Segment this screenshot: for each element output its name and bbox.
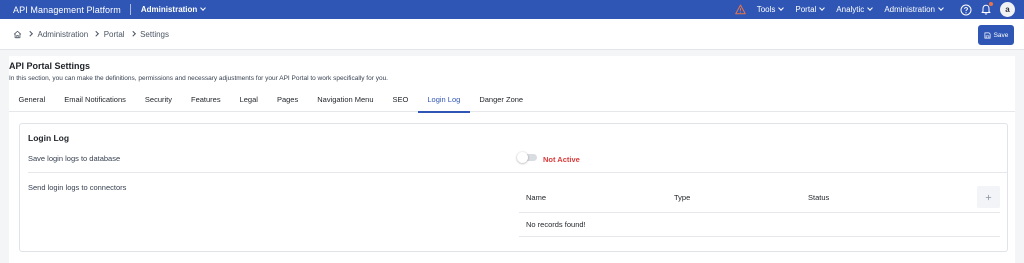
warning-icon[interactable] bbox=[734, 4, 746, 15]
breadcrumb-separator bbox=[27, 31, 33, 37]
breadcrumb: Administration Portal Settings bbox=[0, 30, 169, 39]
module-switcher-label: Administration bbox=[140, 5, 198, 14]
notification-badge bbox=[989, 1, 993, 6]
page-description: In this section, you can make the defini… bbox=[9, 75, 388, 82]
login-log-card: Login Log Save login logs to database No… bbox=[19, 123, 1008, 252]
tab-features[interactable]: Features bbox=[181, 87, 230, 112]
save-logs-status: Not Active bbox=[543, 155, 580, 164]
menu-tools[interactable]: Tools bbox=[756, 5, 785, 14]
module-switcher[interactable]: Administration bbox=[140, 5, 207, 14]
tab-legal[interactable]: Legal bbox=[230, 87, 267, 112]
breadcrumb-item-portal[interactable]: Portal bbox=[104, 30, 125, 39]
avatar[interactable]: a bbox=[1000, 2, 1015, 17]
menu-administration-label: Administration bbox=[884, 5, 935, 14]
app-title[interactable]: API Management Platform bbox=[0, 5, 121, 15]
table-header: Name Type Status bbox=[519, 182, 1000, 213]
settings-tabs: General Email Notifications Security Fea… bbox=[9, 87, 1015, 113]
tab-login-log[interactable]: Login Log bbox=[417, 87, 470, 113]
empty-message: No records found! bbox=[526, 220, 586, 229]
save-icon bbox=[984, 32, 991, 38]
menu-tools-label: Tools bbox=[756, 5, 776, 14]
tab-security[interactable]: Security bbox=[135, 87, 181, 112]
tab-navigation-menu[interactable]: Navigation Menu bbox=[308, 87, 383, 112]
column-header-status[interactable]: Status bbox=[808, 193, 829, 202]
tab-danger-zone[interactable]: Danger Zone bbox=[470, 87, 533, 112]
chevron-down-icon bbox=[938, 5, 944, 11]
breadcrumb-separator bbox=[93, 31, 99, 37]
connectors-label: Send login logs to connectors bbox=[28, 183, 127, 192]
chevron-down-icon bbox=[819, 5, 826, 11]
plus-icon bbox=[985, 194, 992, 200]
toggle-knob bbox=[517, 152, 528, 163]
login-log-title: Login Log bbox=[28, 133, 70, 143]
tab-email-notifications[interactable]: Email Notifications bbox=[55, 87, 136, 112]
page-title: API Portal Settings bbox=[9, 61, 91, 71]
save-button[interactable]: Save bbox=[978, 25, 1014, 45]
divider bbox=[28, 172, 1007, 173]
notifications-button[interactable] bbox=[980, 1, 993, 17]
chevron-down-icon bbox=[200, 5, 207, 11]
breadcrumb-item-settings: Settings bbox=[140, 29, 169, 39]
help-icon[interactable] bbox=[960, 4, 972, 16]
table-empty-row: No records found! bbox=[519, 213, 1000, 237]
save-logs-label: Save login logs to database bbox=[28, 154, 121, 163]
top-navigation-bar: API Management Platform Administration T… bbox=[0, 0, 1024, 19]
save-logs-toggle[interactable] bbox=[517, 152, 540, 163]
tab-pages[interactable]: Pages bbox=[267, 87, 307, 112]
breadcrumb-separator bbox=[129, 31, 135, 37]
tab-seo[interactable]: SEO bbox=[383, 87, 418, 112]
menu-portal-label: Portal bbox=[795, 5, 817, 14]
add-connector-button[interactable] bbox=[977, 186, 1000, 208]
menu-analytic[interactable]: Analytic bbox=[836, 5, 874, 14]
column-header-type[interactable]: Type bbox=[674, 193, 690, 202]
home-icon[interactable] bbox=[13, 30, 22, 39]
menu-administration[interactable]: Administration bbox=[884, 5, 944, 14]
menu-portal[interactable]: Portal bbox=[795, 5, 826, 14]
breadcrumb-bar: Administration Portal Settings Save bbox=[0, 19, 1024, 50]
connectors-table: Name Type Status No records found! bbox=[519, 182, 1000, 237]
chevron-down-icon bbox=[867, 5, 874, 11]
column-header-name[interactable]: Name bbox=[526, 193, 546, 202]
tab-general[interactable]: General bbox=[9, 87, 55, 112]
divider bbox=[129, 4, 131, 15]
save-button-label: Save bbox=[993, 31, 1009, 39]
menu-analytic-label: Analytic bbox=[836, 5, 865, 14]
chevron-down-icon bbox=[778, 5, 785, 11]
breadcrumb-item-administration[interactable]: Administration bbox=[38, 30, 89, 39]
settings-page: API Portal Settings In this section, you… bbox=[9, 56, 1015, 263]
top-right-menu: Tools Portal Analytic Administration a bbox=[734, 0, 1024, 19]
